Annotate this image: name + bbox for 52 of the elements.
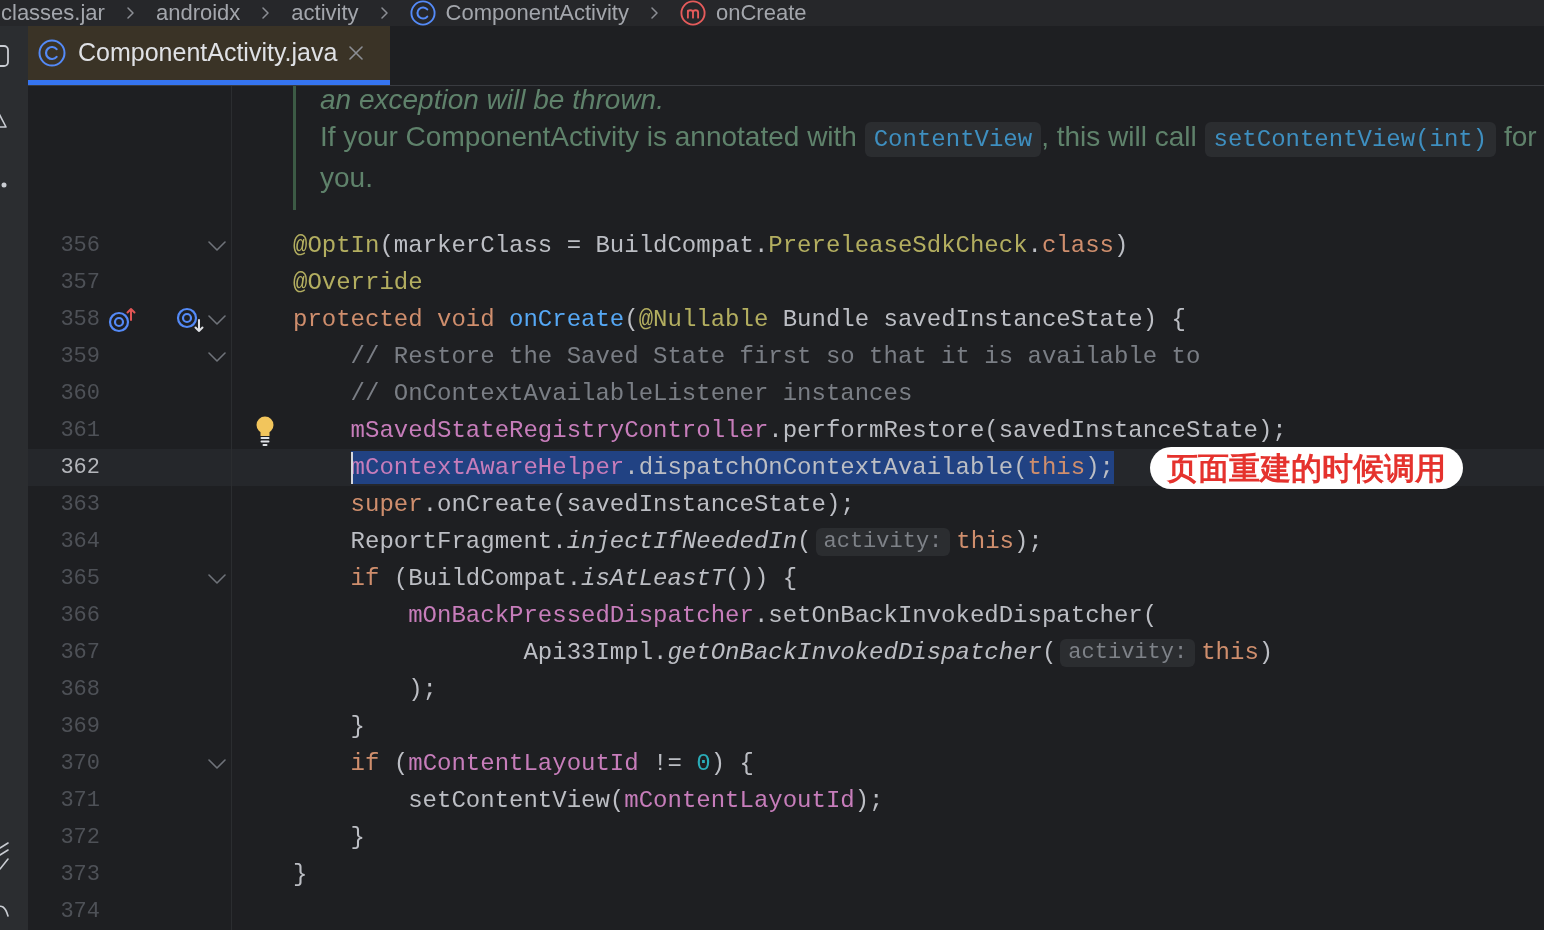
breadcrumb-item[interactable]: onCreate bbox=[716, 0, 807, 26]
breadcrumb-item[interactable]: activity bbox=[291, 0, 359, 26]
callout-label: 页面重建的时候调用 bbox=[1149, 446, 1463, 489]
chevron-down-icon[interactable] bbox=[208, 758, 226, 769]
code-text: super.onCreate(savedInstanceState); bbox=[350, 490, 855, 520]
code-text: if (BuildCompat.isAtLeastT()) { bbox=[350, 564, 798, 594]
code-text: protected void onCreate(@Nullable Bundle savedInstanceState) { bbox=[293, 305, 1186, 335]
class-icon bbox=[409, 0, 436, 26]
code-text: ); bbox=[408, 675, 438, 705]
code-text: setContentView(mContentLayoutId); bbox=[408, 786, 884, 816]
breadcrumb-item[interactable]: ComponentActivity bbox=[445, 0, 629, 26]
breadcrumb-item[interactable]: androidx bbox=[155, 0, 241, 26]
editor-tab[interactable]: ComponentActivity.java bbox=[28, 26, 390, 85]
chevron-right-icon bbox=[380, 7, 388, 19]
method-icon bbox=[680, 0, 706, 26]
close-icon[interactable] bbox=[349, 46, 364, 60]
chevron-down-icon[interactable] bbox=[208, 351, 226, 362]
code-text: ReportFragment.injectIfNeededIn( bbox=[350, 527, 812, 557]
inlay-hint: activity: bbox=[1060, 638, 1196, 667]
code-text: mOnBackPressedDispatcher.setOnBackInvokedDispatcher( bbox=[408, 601, 1158, 631]
code-text: @Override bbox=[293, 268, 423, 298]
line-number: 362 bbox=[59, 454, 100, 482]
code-text: this) bbox=[1201, 638, 1274, 668]
dot-icon[interactable] bbox=[1, 182, 7, 188]
lightbulb-icon[interactable] bbox=[255, 415, 275, 446]
chevron-down-icon[interactable] bbox=[208, 573, 226, 584]
chevron-right-icon bbox=[651, 7, 658, 19]
code-text: mSavedStateRegistryController.performRestore(savedInstanceState); bbox=[350, 416, 1287, 446]
chevron-right-icon bbox=[262, 7, 270, 19]
text-cursor bbox=[350, 451, 353, 484]
code-text: this); bbox=[956, 527, 1043, 557]
chevron-down-icon[interactable] bbox=[208, 314, 226, 325]
code-text: } bbox=[350, 823, 365, 853]
code-text: if (mContentLayoutId != 0) { bbox=[350, 749, 754, 779]
ring-down-arrow-icon[interactable] bbox=[176, 306, 204, 333]
inlay-hint: activity: bbox=[815, 527, 951, 556]
code-text: mContextAwareHelper.dispatchOnContextAvailable(this); bbox=[350, 451, 1114, 484]
doc-text: an exception will be thrown. bbox=[320, 86, 664, 114]
code-comment: // Restore the Saved State first so that it is available to bbox=[350, 342, 1201, 372]
class-icon bbox=[38, 39, 66, 67]
breadcrumb-item[interactable]: classes.jar bbox=[1, 0, 105, 26]
chevron-down-icon[interactable] bbox=[208, 240, 226, 251]
ring-up-arrow-icon[interactable] bbox=[108, 306, 136, 333]
code-text: } bbox=[350, 712, 365, 742]
code-text: Api33Impl.getOnBackInvokedDispatcher( bbox=[523, 638, 1057, 668]
stripes-icon[interactable] bbox=[0, 842, 9, 870]
triangle-icon[interactable] bbox=[0, 112, 7, 128]
code-text: } bbox=[293, 860, 308, 890]
chevron-right-icon bbox=[126, 7, 134, 19]
code-comment: // OnContextAvailableListener instances bbox=[350, 379, 913, 409]
doc-paragraph: If your ComponentActivity is annotated with ContentView , this will call setContentView(int) for you. bbox=[320, 120, 1538, 195]
code-text: @OptIn(markerClass = BuildCompat.PrereleaseSdkCheck.class) bbox=[293, 231, 1129, 261]
